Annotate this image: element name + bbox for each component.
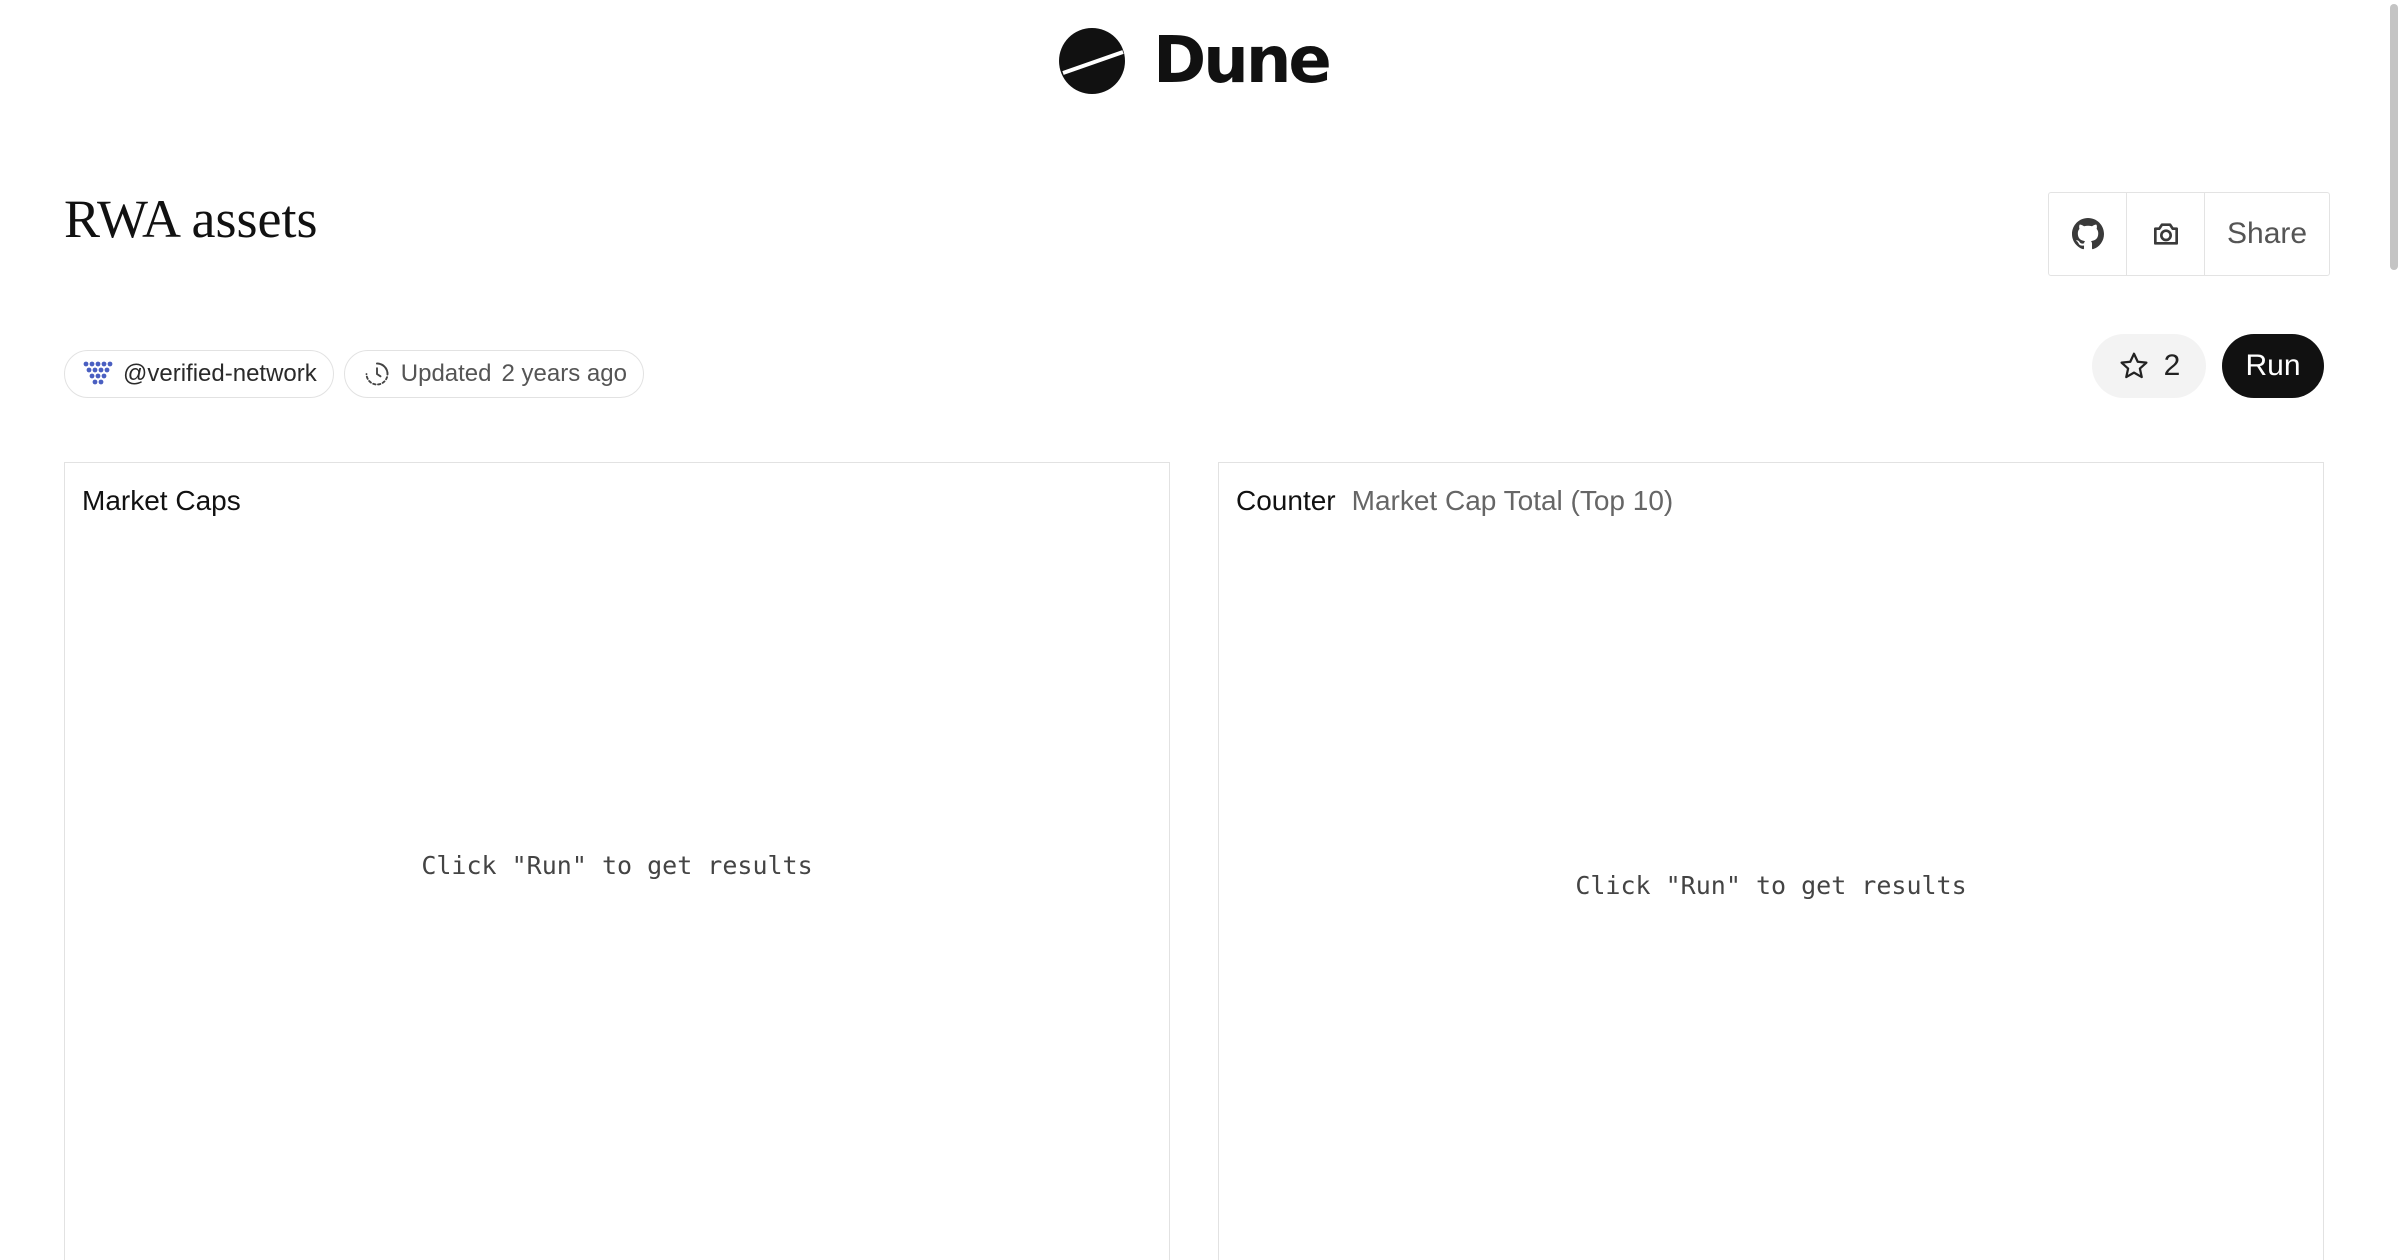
star-icon: [2120, 352, 2148, 379]
visualization-panel-counter: Counter Market Cap Total (Top 10) Click …: [1218, 462, 2324, 1260]
github-icon: [2071, 218, 2104, 250]
clock-icon: [365, 362, 389, 386]
panel-title[interactable]: Market Caps: [82, 485, 241, 517]
camera-icon: [2153, 223, 2178, 245]
action-toolbar: Share: [2048, 192, 2331, 276]
panel-header: Market Caps: [82, 485, 241, 517]
updated-label: Updated: [400, 360, 492, 387]
share-button[interactable]: Share: [2205, 193, 2329, 275]
visualization-panel-market-caps: Market Caps Click "Run" to get results: [64, 462, 1170, 1260]
empty-results-message: Click "Run" to get results: [1575, 871, 1967, 900]
run-button[interactable]: Run: [2222, 334, 2324, 398]
brand-header: Dune: [0, 28, 2388, 94]
screenshot-button[interactable]: [2127, 193, 2205, 275]
meta-row: @verified-network Updated 2 years ago: [64, 350, 644, 398]
panel-title[interactable]: Counter: [1236, 485, 1336, 517]
empty-results-message: Click "Run" to get results: [421, 851, 813, 880]
author-name: @verified-network: [123, 360, 317, 387]
star-button[interactable]: 2: [2092, 334, 2206, 398]
star-count: 2: [2163, 349, 2181, 382]
page-scrollbar[interactable]: [2388, 0, 2400, 1260]
author-chip[interactable]: @verified-network: [64, 350, 334, 398]
brand-link[interactable]: Dune: [1059, 24, 1332, 98]
updated-value: 2 years ago: [501, 360, 627, 387]
dashboard-page: Dune RWA assets Share @verified-network …: [0, 0, 2400, 1260]
verified-network-logo-icon: [83, 361, 113, 385]
github-button[interactable]: [2049, 193, 2127, 275]
updated-chip: Updated 2 years ago: [343, 350, 644, 398]
brand-name: Dune: [1153, 24, 1332, 98]
page-title: RWA assets: [64, 189, 318, 249]
panel-header: Counter Market Cap Total (Top 10): [1236, 485, 1673, 517]
panel-subtitle: Market Cap Total (Top 10): [1351, 485, 1674, 516]
scrollbar-thumb[interactable]: [2390, 4, 2398, 270]
dune-logo-icon: [1059, 28, 1126, 94]
